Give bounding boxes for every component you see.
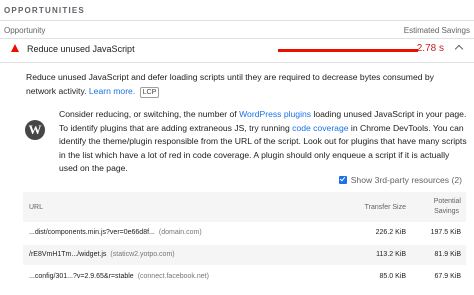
row-url: /rE8VmH1Tm.../widget.js (staticw2.yotpo.c…: [29, 251, 175, 258]
column-header-savings: Estimated Savings: [403, 26, 470, 35]
table-header: URL Transfer Size Potential Savings: [23, 192, 466, 222]
table-row[interactable]: ...config/301...?v=2.9.65&r=stable (conne…: [23, 267, 466, 287]
column-header-potential-savings: Savings: [434, 208, 459, 215]
row-transfer-size: 226.2 KiB: [375, 229, 406, 236]
audit-title: Reduce unused JavaScript: [27, 44, 135, 54]
description-text: Reduce unused JavaScript and defer loadi…: [26, 72, 434, 96]
warning-triangle-icon: [11, 44, 19, 52]
section-title: OPPORTUNITIES: [4, 6, 85, 15]
column-header-potential-savings: Potential: [433, 198, 461, 205]
row-url: ...config/301...?v=2.9.65&r=stable (conne…: [29, 273, 209, 280]
savings-value: 2.78 s: [416, 43, 444, 54]
savings-bar: [278, 49, 418, 52]
row-transfer-size: 85.0 KiB: [379, 273, 406, 280]
code-coverage-link[interactable]: code coverage: [292, 123, 348, 133]
table-row[interactable]: ...dist/components.min.js?ver=0e66d8f...…: [23, 223, 466, 243]
lcp-badge: LCP: [139, 87, 160, 98]
audit-row-unused-javascript[interactable]: Reduce unused JavaScript 2.78 s: [0, 40, 474, 62]
row-url: ...dist/components.min.js?ver=0e66d8f...…: [29, 229, 202, 236]
divider: [0, 20, 474, 21]
third-party-label: Show 3rd-party resources (2): [350, 175, 462, 185]
url-host: (staticw2.yotpo.com): [110, 251, 175, 258]
row-potential-savings: 81.9 KiB: [434, 251, 461, 258]
plugin-note-text: Consider reducing, or switching, the num…: [59, 109, 240, 119]
divider: [0, 62, 474, 63]
url-text: ...config/301...?v=2.9.65&r=stable: [29, 273, 134, 280]
resources-table: URL Transfer Size Potential Savings ...d…: [23, 192, 466, 292]
url-host: (domain.com): [158, 229, 202, 236]
chevron-up-icon[interactable]: [454, 44, 464, 54]
column-header-url: URL: [29, 204, 44, 211]
divider: [0, 38, 474, 39]
wordpress-plugins-link[interactable]: WordPress plugins: [239, 109, 311, 119]
column-header-opportunity: Opportunity: [4, 26, 46, 35]
third-party-toggle[interactable]: Show 3rd-party resources (2): [338, 175, 462, 185]
learn-more-link[interactable]: Learn more.: [89, 86, 135, 96]
url-text: ...dist/components.min.js?ver=0e66d8f...: [29, 229, 155, 236]
url-text: /rE8VmH1Tm.../widget.js: [29, 251, 107, 258]
table-row[interactable]: /rE8VmH1Tm.../widget.js (staticw2.yotpo.c…: [23, 245, 466, 265]
column-header-transfer-size: Transfer Size: [364, 204, 406, 211]
row-potential-savings: 67.9 KiB: [434, 273, 461, 280]
checkbox-checked-icon[interactable]: [338, 176, 347, 184]
audit-description: Reduce unused JavaScript and defer loadi…: [26, 70, 446, 98]
wordpress-logo-icon: W: [25, 120, 45, 140]
plugin-note: Consider reducing, or switching, the num…: [59, 108, 469, 176]
row-transfer-size: 113.2 KiB: [376, 251, 406, 258]
url-host: (connect.facebook.net): [137, 273, 209, 280]
row-potential-savings: 197.5 KiB: [430, 229, 461, 236]
